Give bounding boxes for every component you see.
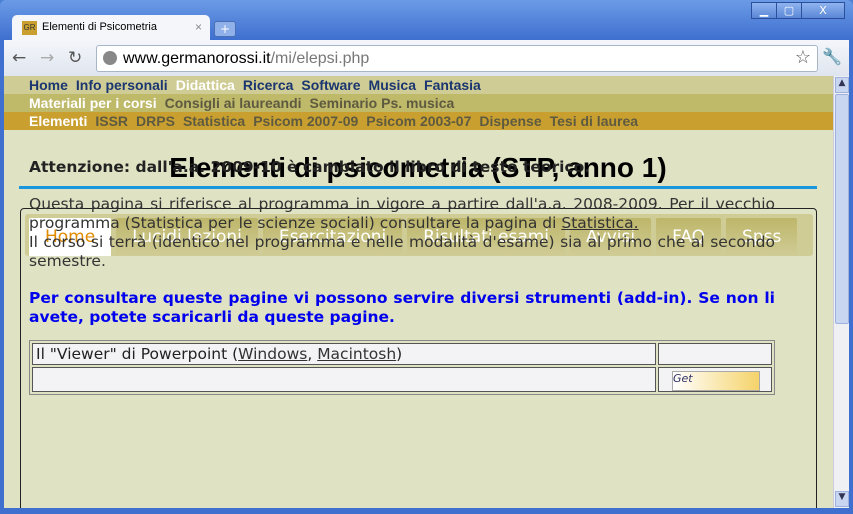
url-path: /mi/elepsi.php	[270, 50, 370, 67]
nav3-item[interactable]: ISSR	[95, 112, 128, 130]
vertical-scrollbar[interactable]: ▲ ▼	[833, 76, 849, 508]
scroll-thumb[interactable]	[835, 94, 849, 324]
cell-text: Il "Viewer" di Powerpoint (	[36, 345, 239, 363]
nav1-item[interactable]: Didattica	[176, 76, 235, 94]
nav3-item[interactable]: Elementi	[29, 112, 87, 130]
nav-primary: Home Info personali Didattica Ricerca Softwa…	[4, 76, 833, 94]
bookmark-star-icon[interactable]: ☆	[795, 47, 811, 68]
get-reader-button[interactable]: Get	[672, 371, 760, 391]
warning-text: Attenzione: dall'a.a. 2009-10 è cambiato…	[29, 158, 591, 176]
tab-title: Elementi di Psicometria	[42, 21, 157, 33]
new-tab-button[interactable]: +	[214, 21, 236, 37]
reload-icon[interactable]: ↻	[68, 48, 82, 68]
intro-text: Questa pagina si riferisce al programma …	[29, 195, 775, 232]
nav1-item[interactable]: Musica	[369, 76, 416, 94]
toolbar: ← → ↻ www.germanorossi.it/mi/elepsi.php …	[4, 40, 849, 76]
semester-text: Il corso si terrà (identico nel programm…	[29, 233, 775, 270]
tools-table: Il "Viewer" di Powerpoint (Windows, Maci…	[29, 340, 775, 395]
cell-text: )	[396, 345, 403, 363]
window-controls: ▁ ▢ X	[751, 2, 845, 19]
scroll-down-icon[interactable]: ▼	[835, 491, 849, 507]
address-bar[interactable]: www.germanorossi.it/mi/elepsi.php ☆	[96, 45, 818, 72]
page-content: Home Info personali Didattica Ricerca Softwa…	[4, 76, 833, 508]
separator: ,	[307, 345, 318, 363]
nav3-item[interactable]: Tesi di laurea	[550, 112, 638, 130]
nav1-item[interactable]: Home	[29, 76, 68, 94]
statistica-link[interactable]: Statistica.	[561, 214, 638, 232]
minimize-button[interactable]: ▁	[751, 2, 777, 19]
browser-tab[interactable]: GR Elementi di Psicometria ×	[12, 15, 210, 41]
nav1-item[interactable]: Ricerca	[243, 76, 294, 94]
table-row: Get	[32, 367, 772, 392]
wrench-icon[interactable]: 🔧	[822, 47, 842, 66]
nav2-item[interactable]: Seminario Ps. musica	[310, 94, 455, 112]
nav1-item[interactable]: Info personali	[76, 76, 168, 94]
table-row: Il "Viewer" di Powerpoint (Windows, Maci…	[32, 343, 772, 365]
back-icon[interactable]: ←	[12, 48, 26, 68]
tools-text: Per consultare queste pagine vi possono …	[29, 289, 775, 326]
close-window-button[interactable]: X	[801, 2, 845, 19]
nav2-item[interactable]: Consigli ai laureandi	[165, 94, 302, 112]
viewer-cell: Il "Viewer" di Powerpoint (Windows, Maci…	[32, 343, 656, 365]
nav-tertiary: Elementi ISSR DRPS Statistica Psicom 2007-09…	[4, 112, 833, 130]
favicon-icon: GR	[22, 21, 37, 35]
nav3-item[interactable]: Statistica	[183, 112, 245, 130]
intro-paragraph: Questa pagina si riferisce al programma …	[29, 195, 775, 233]
maximize-button[interactable]: ▢	[776, 2, 802, 19]
scroll-up-icon[interactable]: ▲	[835, 77, 849, 93]
get-button-cell: Get	[658, 367, 772, 392]
main-text: Attenzione: dall'a.a. 2009-10 è cambiato…	[29, 158, 775, 327]
cell	[32, 367, 656, 392]
macintosh-link[interactable]: Macintosh	[317, 345, 396, 363]
url-host: www.germanorossi.it	[123, 50, 271, 67]
nav3-item[interactable]: Dispense	[479, 112, 541, 130]
windows-link[interactable]: Windows	[238, 345, 307, 363]
nav1-item[interactable]: Software	[301, 76, 360, 94]
browser-window: ▁ ▢ X GR Elementi di Psicometria × + ← →…	[0, 0, 853, 514]
close-tab-icon[interactable]: ×	[195, 20, 202, 34]
nav1-item[interactable]: Fantasia	[424, 76, 481, 94]
forward-icon[interactable]: →	[40, 48, 54, 68]
globe-icon	[103, 51, 117, 65]
nav-secondary: Materiali per i corsi Consigli ai laurean…	[4, 94, 833, 112]
empty-cell	[658, 343, 772, 365]
nav2-item[interactable]: Materiali per i corsi	[29, 94, 157, 112]
nav3-item[interactable]: DRPS	[136, 112, 175, 130]
nav3-item[interactable]: Psicom 2003-07	[366, 112, 471, 130]
nav3-item[interactable]: Psicom 2007-09	[253, 112, 358, 130]
